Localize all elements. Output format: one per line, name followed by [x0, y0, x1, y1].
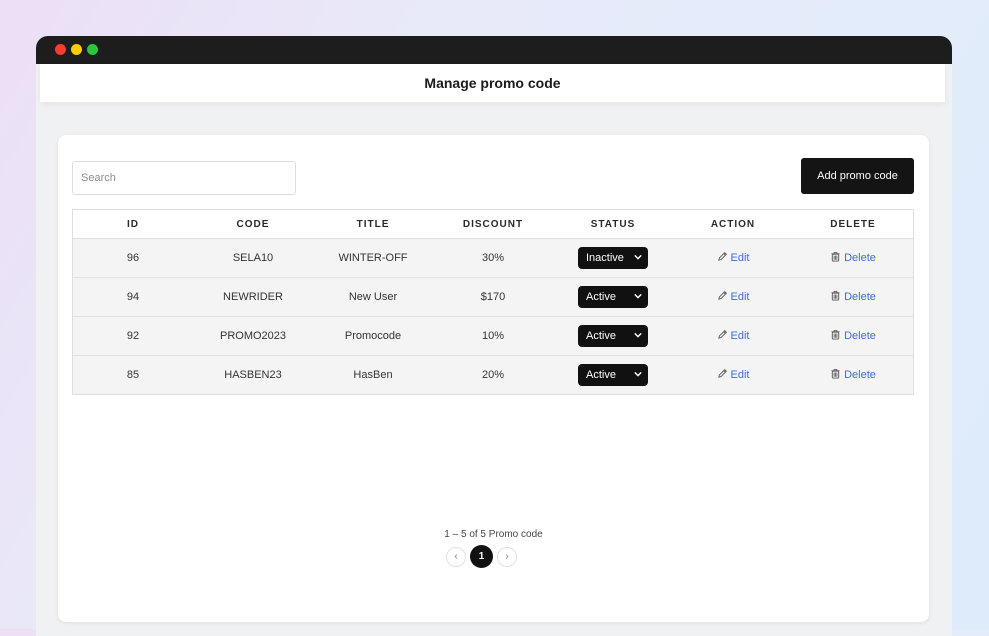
cell-code: PROMO2023 [219, 330, 287, 342]
edit-label: Edit [730, 252, 750, 264]
cell-delete: Delete [793, 329, 913, 343]
chevron-down-icon [634, 369, 642, 381]
next-page-button[interactable]: › [497, 546, 517, 567]
pencil-icon [717, 251, 728, 265]
column-header-status: STATUS [590, 218, 636, 230]
delete-link[interactable]: Delete [830, 290, 876, 304]
column-header-delete: DELETE [830, 218, 876, 230]
cell-id: 92 [126, 330, 140, 342]
column-header-action: ACTION [710, 218, 756, 230]
cell-discount: 10% [481, 330, 505, 342]
table-row: 94 NEWRIDER New User $170 Active Edit Delete [73, 278, 913, 317]
cell-id: 94 [126, 291, 140, 303]
page-title: Manage promo code [424, 75, 561, 91]
cell-code: HASBEN23 [224, 369, 282, 381]
delete-link[interactable]: Delete [830, 329, 876, 343]
trash-icon [830, 251, 841, 265]
table-row: 96 SELA10 WINTER-OFF 30% Inactive Edit Delete [73, 239, 913, 278]
edit-link[interactable]: Edit [717, 329, 750, 343]
table-header: ID CODE TITLE DISCOUNT STATUS ACTION DEL… [73, 210, 913, 239]
cell-status: Active [553, 325, 673, 347]
chevron-down-icon [634, 330, 642, 342]
status-value: Inactive [586, 252, 624, 264]
table-row: 92 PROMO2023 Promocode 10% Active Edit Delete [73, 317, 913, 356]
page-1-button[interactable]: 1 [470, 545, 493, 568]
cell-action: Edit [673, 368, 793, 382]
cell-action: Edit [673, 290, 793, 304]
cell-discount: 30% [481, 252, 505, 264]
cell-code: SELA10 [232, 252, 274, 264]
cell-delete: Delete [793, 251, 913, 265]
search-input[interactable] [72, 161, 296, 195]
cell-discount: 20% [481, 369, 505, 381]
app-header: Manage promo code [40, 64, 945, 102]
add-promo-code-button[interactable]: Add promo code [801, 158, 914, 194]
edit-link[interactable]: Edit [717, 368, 750, 382]
status-dropdown[interactable]: Active [578, 325, 648, 347]
status-value: Active [586, 291, 616, 303]
status-value: Active [586, 369, 616, 381]
close-window-dot[interactable] [55, 44, 66, 55]
cell-delete: Delete [793, 290, 913, 304]
table-body: 96 SELA10 WINTER-OFF 30% Inactive Edit Delete 9… [73, 239, 913, 394]
pagination-info: 1 – 5 of 5 Promo code [444, 529, 543, 540]
cell-title: WINTER-OFF [338, 252, 408, 264]
cell-action: Edit [673, 251, 793, 265]
cell-status: Active [553, 286, 673, 308]
promo-code-card: Add promo code ID CODE TITLE DISCOUNT ST… [58, 135, 929, 622]
column-header-title: TITLE [356, 218, 390, 230]
cell-status: Active [553, 364, 673, 386]
cell-title: New User [348, 291, 398, 303]
status-value: Active [586, 330, 616, 342]
column-header-id: ID [127, 218, 139, 230]
edit-label: Edit [730, 291, 750, 303]
pencil-icon [717, 368, 728, 382]
edit-link[interactable]: Edit [717, 290, 750, 304]
promo-code-table: ID CODE TITLE DISCOUNT STATUS ACTION DEL… [72, 209, 914, 395]
status-dropdown[interactable]: Active [578, 364, 648, 386]
pencil-icon [717, 290, 728, 304]
edit-label: Edit [730, 330, 750, 342]
cell-id: 96 [126, 252, 140, 264]
cell-title: HasBen [353, 369, 393, 381]
delete-link[interactable]: Delete [830, 251, 876, 265]
delete-label: Delete [844, 291, 876, 303]
edit-link[interactable]: Edit [717, 251, 750, 265]
status-dropdown[interactable]: Active [578, 286, 648, 308]
column-header-discount: DISCOUNT [462, 218, 524, 230]
cell-code: NEWRIDER [223, 291, 283, 303]
delete-link[interactable]: Delete [830, 368, 876, 382]
chevron-down-icon [634, 291, 642, 303]
pencil-icon [717, 329, 728, 343]
delete-label: Delete [844, 330, 876, 342]
table-row: 85 HASBEN23 HasBen 20% Active Edit Delete [73, 356, 913, 394]
cell-discount: $170 [480, 291, 506, 303]
column-header-code: CODE [236, 218, 270, 230]
pagination: ‹ 1 › [446, 545, 517, 568]
minimize-window-dot[interactable] [71, 44, 82, 55]
trash-icon [830, 329, 841, 343]
trash-icon [830, 290, 841, 304]
edit-label: Edit [730, 369, 750, 381]
cell-action: Edit [673, 329, 793, 343]
trash-icon [830, 368, 841, 382]
cell-status: Inactive [553, 247, 673, 269]
window-titlebar [36, 36, 952, 64]
maximize-window-dot[interactable] [87, 44, 98, 55]
chevron-down-icon [634, 252, 642, 264]
cell-delete: Delete [793, 368, 913, 382]
delete-label: Delete [844, 369, 876, 381]
delete-label: Delete [844, 252, 876, 264]
previous-page-button[interactable]: ‹ [446, 546, 466, 567]
cell-id: 85 [126, 369, 140, 381]
status-dropdown[interactable]: Inactive [578, 247, 648, 269]
cell-title: Promocode [344, 330, 402, 342]
browser-window: Manage promo code Add promo code ID CODE… [36, 36, 952, 636]
